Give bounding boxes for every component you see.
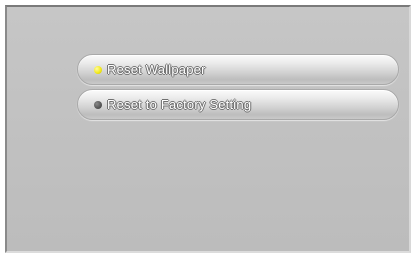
selected-dot-icon xyxy=(94,65,102,74)
reset-factory-setting-button[interactable]: Reset to Factory Setting xyxy=(77,89,399,120)
reset-wallpaper-label: Reset Wallpaper xyxy=(107,62,206,77)
settings-screen: Reset Wallpaper Reset to Factory Setting xyxy=(5,5,411,253)
unselected-dot-icon xyxy=(94,100,102,109)
reset-wallpaper-button[interactable]: Reset Wallpaper xyxy=(77,54,399,85)
reset-factory-setting-label: Reset to Factory Setting xyxy=(107,97,252,112)
reset-menu: Reset Wallpaper Reset to Factory Setting xyxy=(77,54,399,124)
